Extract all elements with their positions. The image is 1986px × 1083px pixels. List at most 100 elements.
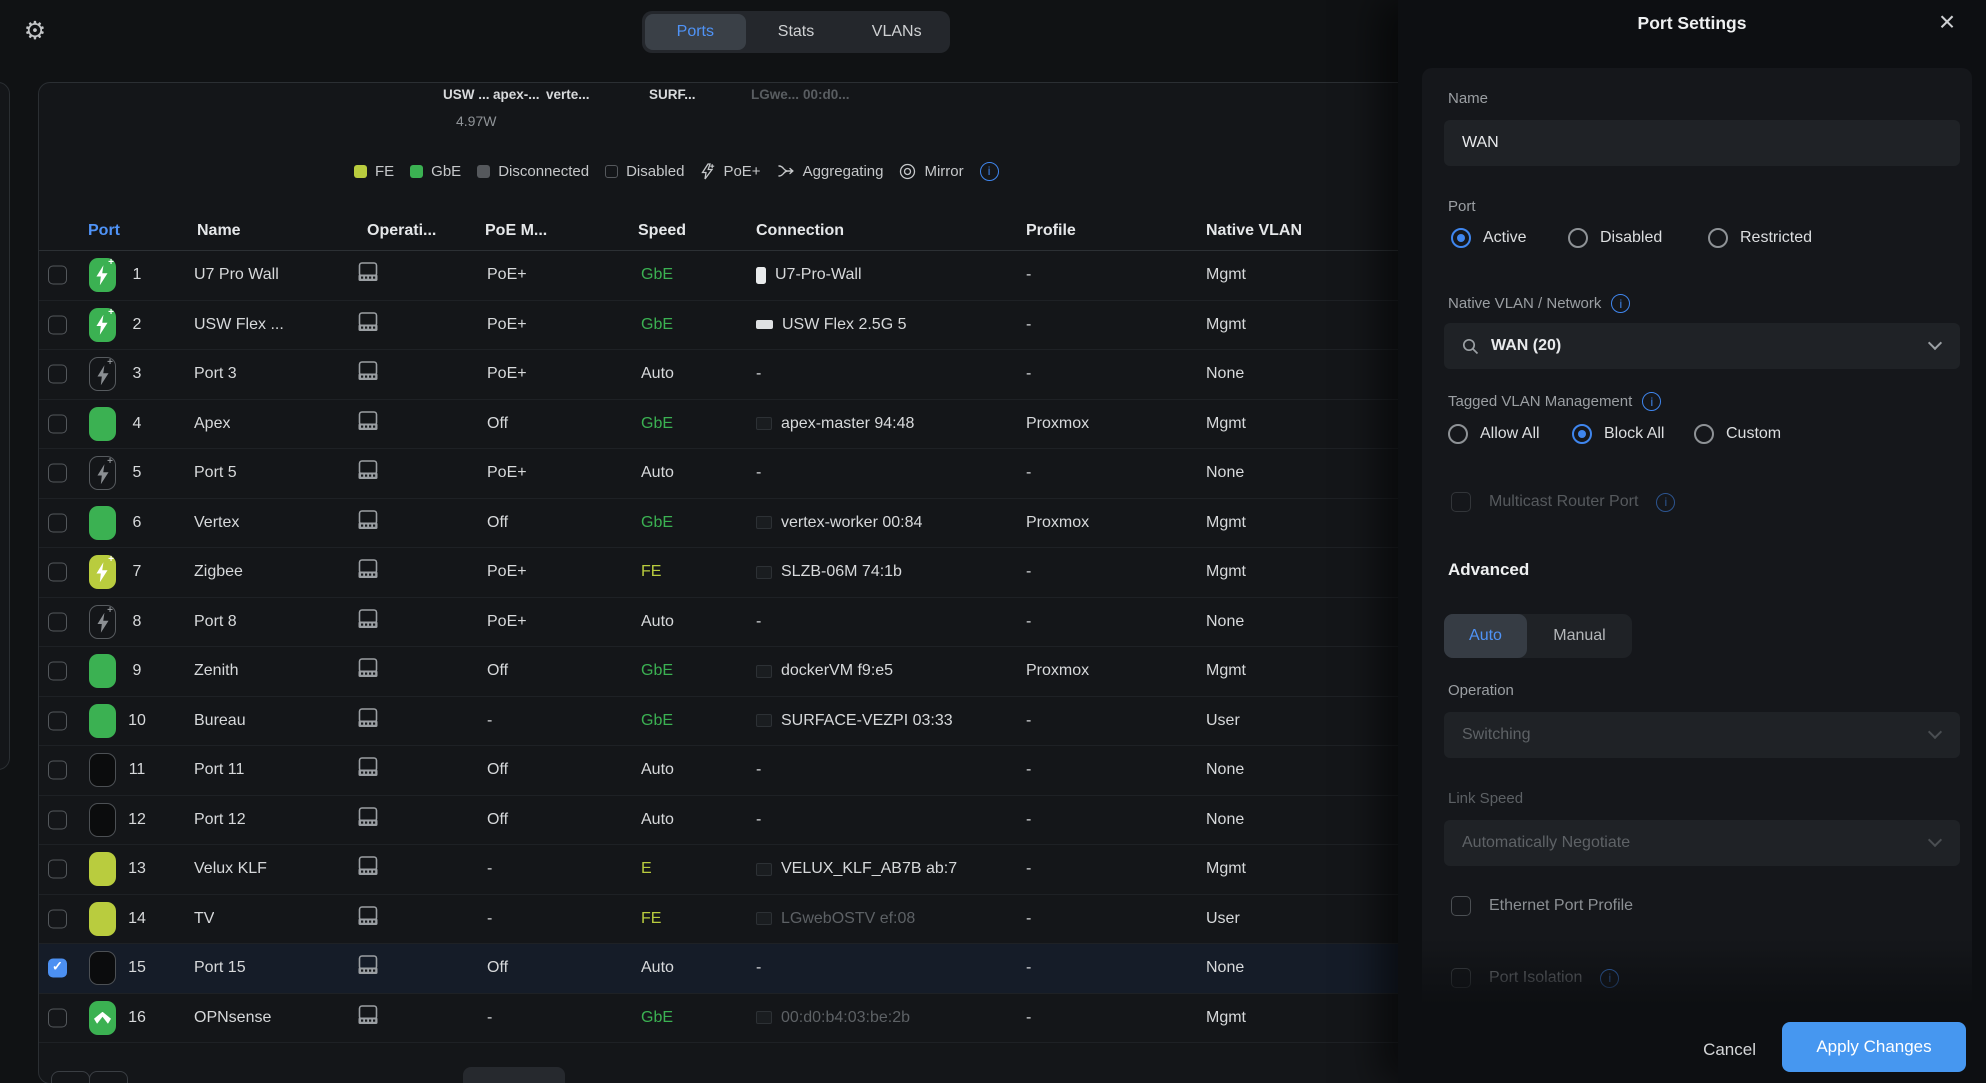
legend-gbe: GbE xyxy=(410,163,461,180)
checkbox[interactable] xyxy=(1451,492,1471,512)
radio-circle[interactable] xyxy=(1448,424,1468,444)
port-name: Port 3 xyxy=(194,365,237,383)
legend-info-icon[interactable] xyxy=(980,162,999,181)
port-number: 5 xyxy=(122,464,152,482)
row-checkbox[interactable] xyxy=(48,810,67,829)
column-header-speed[interactable]: Speed xyxy=(638,222,686,240)
tab-vlans[interactable]: VLANs xyxy=(846,14,947,50)
row-checkbox[interactable] xyxy=(48,860,67,879)
port-isolation-checkbox-row[interactable]: Port Isolation xyxy=(1451,968,1619,988)
port-status-icon xyxy=(89,605,116,639)
row-checkbox[interactable] xyxy=(48,315,67,334)
row-checkbox[interactable] xyxy=(48,1008,67,1027)
port-speed: GbE xyxy=(641,1009,673,1027)
disabled-swatch xyxy=(605,165,618,178)
connected-device-icon xyxy=(756,417,772,430)
port-status-icon xyxy=(89,357,116,391)
connection: SURFACE-VEZPI 03:33 xyxy=(756,712,953,730)
radio-circle[interactable] xyxy=(1694,424,1714,444)
port-profile: Proxmox xyxy=(1026,662,1089,680)
connected-device-icon xyxy=(756,1011,772,1024)
info-icon[interactable] xyxy=(1656,493,1675,512)
column-header-connection[interactable]: Connection xyxy=(756,222,844,240)
connection: - xyxy=(756,761,761,779)
ethernet-port-profile-checkbox-row[interactable]: Ethernet Port Profile xyxy=(1451,896,1633,916)
legend-aggregating: Aggregating xyxy=(777,163,884,180)
search-icon xyxy=(1462,338,1479,355)
link-speed-dropdown[interactable]: Automatically Negotiate xyxy=(1444,820,1960,866)
column-header-port[interactable]: Port xyxy=(88,222,120,240)
row-checkbox[interactable] xyxy=(48,761,67,780)
row-checkbox[interactable] xyxy=(48,464,67,483)
tab-stats[interactable]: Stats xyxy=(746,14,847,50)
column-header-poe-mode[interactable]: PoE M... xyxy=(485,222,547,240)
row-checkbox[interactable] xyxy=(48,365,67,384)
name-input[interactable]: WAN xyxy=(1444,120,1960,166)
legend-fe: FE xyxy=(354,163,394,180)
radio-active[interactable]: Active xyxy=(1451,228,1527,248)
port-number: 9 xyxy=(122,662,152,680)
column-header-name[interactable]: Name xyxy=(197,222,241,240)
native-vlan: Mgmt xyxy=(1206,316,1246,334)
checkbox[interactable] xyxy=(1451,896,1471,916)
connection: VELUX_KLF_AB7B ab:7 xyxy=(756,860,957,878)
native-vlan-label: Native VLAN / Network xyxy=(1448,294,1630,313)
port-number: 4 xyxy=(122,415,152,433)
radio-restricted[interactable]: Restricted xyxy=(1708,228,1812,248)
row-checkbox[interactable] xyxy=(48,513,67,532)
port-profile: Proxmox xyxy=(1026,415,1089,433)
port-status-icon xyxy=(89,704,116,738)
radio-circle[interactable] xyxy=(1568,228,1588,248)
radio-circle[interactable] xyxy=(1451,228,1471,248)
operation-dropdown[interactable]: Switching xyxy=(1444,712,1960,758)
connection: dockerVM f9:e5 xyxy=(756,662,893,680)
row-checkbox[interactable] xyxy=(48,662,67,681)
port-speed: Auto xyxy=(641,761,674,779)
multicast-router-checkbox-row[interactable]: Multicast Router Port xyxy=(1451,492,1675,512)
info-icon[interactable] xyxy=(1642,392,1661,411)
pagination-button[interactable] xyxy=(51,1071,90,1083)
radio-allow-all[interactable]: Allow All xyxy=(1448,424,1540,444)
radio-block-all[interactable]: Block All xyxy=(1572,424,1664,444)
info-icon[interactable] xyxy=(1611,294,1630,313)
native-vlan: Mgmt xyxy=(1206,662,1246,680)
info-icon[interactable] xyxy=(1600,969,1619,988)
row-checkbox[interactable] xyxy=(48,266,67,285)
radio-custom[interactable]: Custom xyxy=(1694,424,1781,444)
native-vlan-dropdown[interactable]: WAN (20) xyxy=(1444,323,1960,369)
chevron-down-icon xyxy=(1928,725,1942,739)
radio-circle[interactable] xyxy=(1708,228,1728,248)
pagination-pill[interactable] xyxy=(463,1067,565,1083)
port-profile: - xyxy=(1026,563,1031,581)
switch-device-icon xyxy=(356,707,380,734)
tab-ports[interactable]: Ports xyxy=(645,14,746,50)
device-label: SURF... xyxy=(649,87,696,102)
column-header-operation[interactable]: Operati... xyxy=(367,222,436,240)
connection-label: vertex-worker 00:84 xyxy=(781,514,922,532)
radio-disabled[interactable]: Disabled xyxy=(1568,228,1662,248)
switch-device-icon xyxy=(356,608,380,635)
poe-mode: Off xyxy=(487,761,508,779)
row-checkbox[interactable] xyxy=(48,612,67,631)
row-checkbox[interactable] xyxy=(48,959,67,978)
port-name: Zenith xyxy=(194,662,238,680)
row-checkbox[interactable] xyxy=(48,909,67,928)
settings-gear-icon[interactable] xyxy=(18,14,52,48)
port-speed: GbE xyxy=(641,415,673,433)
cancel-button[interactable]: Cancel xyxy=(1703,1040,1756,1060)
mode-manual[interactable]: Manual xyxy=(1527,614,1632,658)
checkbox[interactable] xyxy=(1451,968,1471,988)
row-checkbox[interactable] xyxy=(48,563,67,582)
pagination-button[interactable] xyxy=(89,1071,128,1083)
apply-changes-button[interactable]: Apply Changes xyxy=(1782,1022,1966,1072)
close-icon[interactable] xyxy=(1932,6,1962,38)
port-name: Port 5 xyxy=(194,464,237,482)
column-header-profile[interactable]: Profile xyxy=(1026,222,1076,240)
link-speed-value: Automatically Negotiate xyxy=(1462,834,1630,852)
radio-circle[interactable] xyxy=(1572,424,1592,444)
row-checkbox[interactable] xyxy=(48,414,67,433)
column-header-native-vlan[interactable]: Native VLAN xyxy=(1206,222,1302,240)
row-checkbox[interactable] xyxy=(48,711,67,730)
mode-auto[interactable]: Auto xyxy=(1444,614,1527,658)
switch-device-icon xyxy=(356,410,380,437)
